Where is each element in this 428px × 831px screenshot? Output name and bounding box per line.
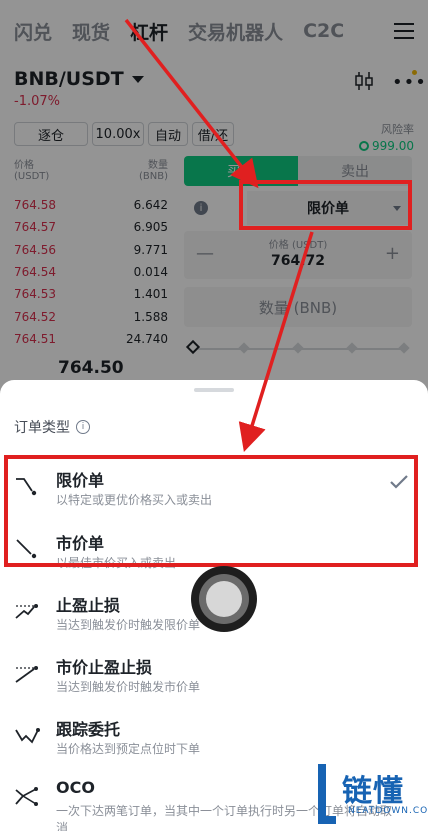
stop-limit-icon — [15, 604, 38, 619]
stop-market-icon — [15, 666, 38, 683]
option-name: 止盈止损 — [56, 596, 121, 615]
info-icon[interactable]: i — [76, 420, 90, 434]
option-name: 市价止盈止损 — [56, 658, 153, 677]
option-desc: 当价格达到预定点位时下单 — [56, 742, 201, 756]
assistive-touch-core — [206, 581, 242, 617]
highlight-box-options — [4, 455, 418, 567]
trailing-stop-icon — [15, 728, 40, 744]
watermark-text: 链懂 — [342, 774, 404, 809]
option-name: OCO — [56, 778, 95, 797]
highlight-box-order-type — [239, 180, 412, 230]
sheet-drag-handle[interactable] — [194, 388, 234, 392]
sheet-title-text: 订单类型 — [14, 420, 70, 436]
watermark-subtext: NEATDOWN.COM — [348, 806, 428, 816]
option-stop-market[interactable]: 市价止盈止损 当达到触发价时触发市价单 — [0, 650, 428, 710]
watermark-logo: 链懂 NEATDOWN.COM — [316, 760, 428, 831]
oco-icon — [15, 787, 38, 806]
watermark-l-icon — [318, 764, 336, 824]
assistive-touch-button[interactable] — [191, 566, 257, 632]
sheet-title: 订单类型 i — [14, 417, 90, 437]
option-name: 跟踪委托 — [56, 720, 121, 739]
option-desc: 当达到触发价时触发市价单 — [56, 680, 201, 694]
